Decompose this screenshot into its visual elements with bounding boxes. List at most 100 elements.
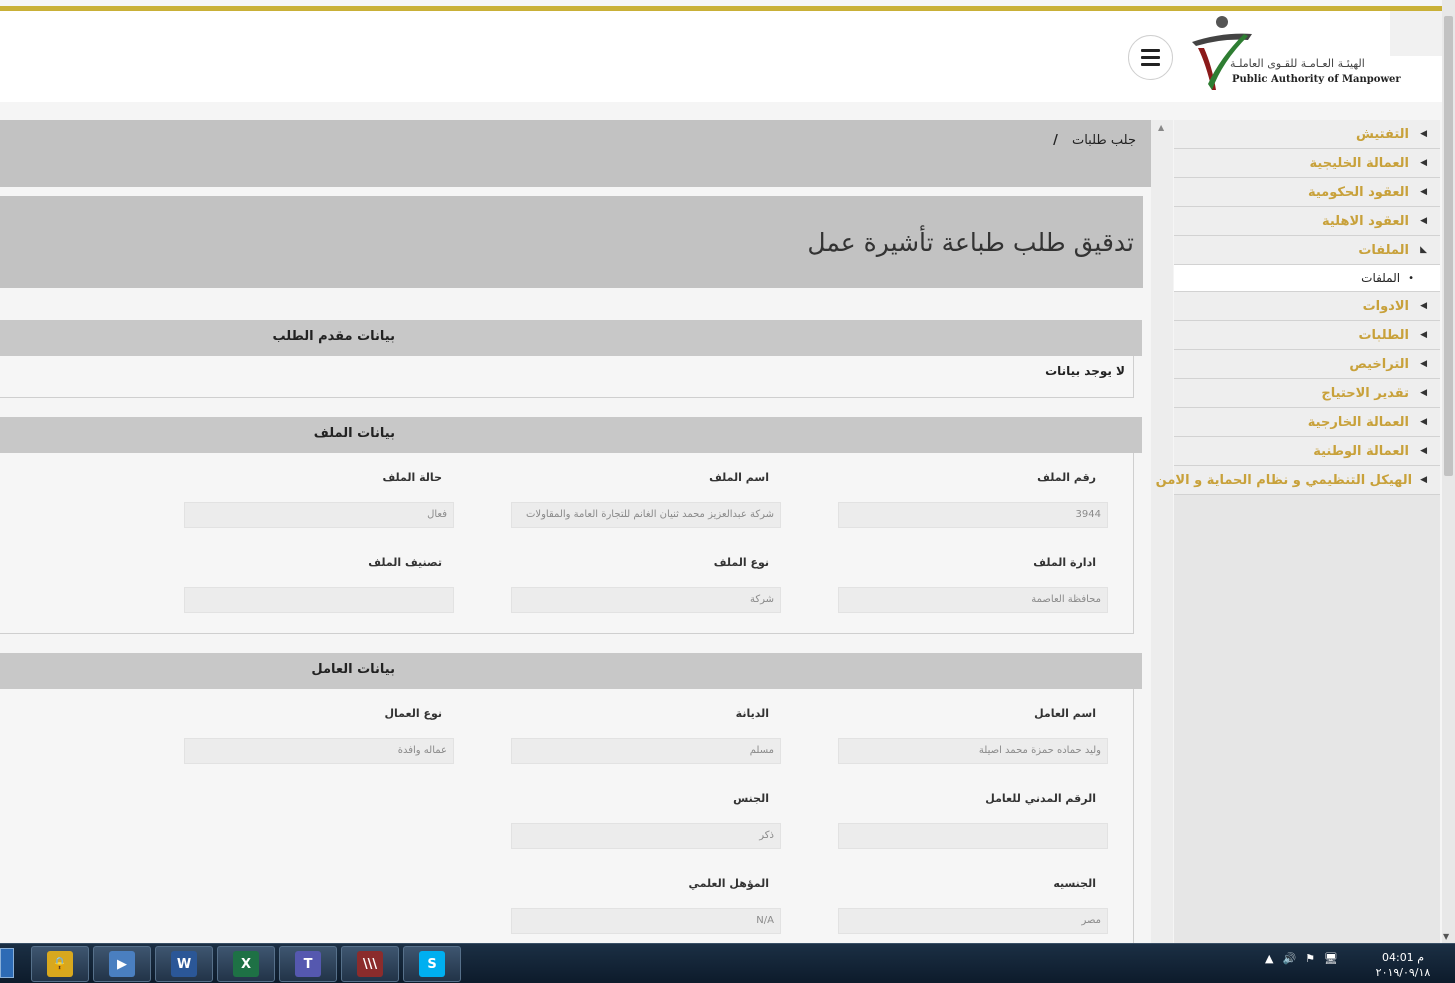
sidebar-item-11[interactable]: ◀ الهيكل التنظيمي و نظام الحماية و الامن <box>1156 466 1440 495</box>
collapsed-arrow-icon: ◀ <box>1420 359 1427 369</box>
applicant-section-body: لا يوجد بيانات <box>0 356 1134 398</box>
system-tray: ▲ 🔊 ⚑ 🖥 <box>1265 952 1338 965</box>
applicant-section: بيانات مقدم الطلب لا يوجد بيانات <box>0 320 1142 398</box>
file-section-title: بيانات الملف <box>313 426 395 441</box>
teams-app-icon: T <box>295 951 321 977</box>
file-admin-field[interactable]: محافظة العاصمة <box>838 587 1108 613</box>
flag-icon[interactable]: ⚑ <box>1305 952 1315 965</box>
sidebar-item-label: التفتيش <box>1356 126 1409 142</box>
sidebar-item-label: العقود الاهلية <box>1321 213 1409 229</box>
sidebar-subitem-label: الملفات <box>1361 271 1401 285</box>
page-title: تدقيق طلب طباعة تأشيرة عمل <box>807 228 1134 257</box>
file-number-label: رقم الملف <box>1037 471 1096 484</box>
sidebar-item-label: التراخيص <box>1349 356 1409 372</box>
collapsed-arrow-icon: ◀ <box>1420 417 1427 427</box>
sidebar-item-label: الملفات <box>1358 242 1409 258</box>
file-section-header: بيانات الملف <box>0 417 1142 453</box>
sidebar-item-5[interactable]: ◀ الادوات <box>1174 292 1440 321</box>
nationality-field[interactable]: مصر <box>838 908 1108 934</box>
window-scrollbar-thumb[interactable] <box>1444 16 1453 476</box>
window-scrollbar[interactable]: ▼ <box>1442 0 1455 943</box>
sidebar-item-6[interactable]: ◀ الطلبات <box>1174 321 1440 350</box>
breadcrumb-separator: / <box>1053 133 1058 148</box>
content-scrollbar[interactable]: ▲ <box>1151 120 1173 943</box>
sidebar-item-label: العقود الحكومية <box>1307 184 1409 200</box>
sidebar-item-10[interactable]: ◀ العمالة الوطنية <box>1174 437 1440 466</box>
file-number-field[interactable]: 3944 <box>838 502 1108 528</box>
scroll-up-icon[interactable]: ▲ <box>1158 123 1164 132</box>
sidebar-item-3[interactable]: ◀ العقود الاهلية <box>1174 207 1440 236</box>
civil-id-field[interactable] <box>838 823 1108 849</box>
clock[interactable]: 04:01 م ٢٠١٩/٠٩/١٨ <box>1368 950 1438 980</box>
gender-field[interactable]: ذكر <box>511 823 781 849</box>
sidebar-item-1[interactable]: ◀ العمالة الخليجية <box>1174 149 1440 178</box>
expanded-arrow-icon: ◣ <box>1420 245 1427 255</box>
applicant-section-header: بيانات مقدم الطلب <box>0 320 1142 356</box>
worker-section-title: بيانات العامل <box>311 662 395 677</box>
scroll-down-icon[interactable]: ▼ <box>1443 932 1449 941</box>
file-section: بيانات الملف رقم الملف 3944 اسم الملف شر… <box>0 417 1142 634</box>
sidebar-item-label: الطلبات <box>1358 327 1409 343</box>
clock-date: ٢٠١٩/٠٩/١٨ <box>1375 966 1431 979</box>
worker-section: بيانات العامل اسم العامل وليد حماده حمزة… <box>0 653 1142 943</box>
sidebar-item-label: العمالة الخارجية <box>1307 414 1409 430</box>
collapsed-arrow-icon: ◀ <box>1420 475 1427 485</box>
tray-expand-icon[interactable]: ▲ <box>1265 952 1273 965</box>
lock-app-icon: 🔒 <box>47 951 73 977</box>
file-name-field[interactable]: شركة عبدالعزيز محمد ثنيان الغانم للتجارة… <box>511 502 781 528</box>
worker-section-header: بيانات العامل <box>0 653 1142 689</box>
logo-english-text: Public Authority of Manpower <box>1232 74 1401 85</box>
collapsed-arrow-icon: ◀ <box>1420 330 1427 340</box>
civil-id-label: الرقم المدني للعامل <box>985 792 1096 805</box>
file-name-label: اسم الملف <box>709 471 769 484</box>
excel-app-button[interactable]: X <box>217 946 275 982</box>
qualification-field[interactable]: N/A <box>511 908 781 934</box>
teams-app-button[interactable]: T <box>279 946 337 982</box>
start-edge-button[interactable] <box>0 948 14 978</box>
worker-religion-field[interactable]: مسلم <box>511 738 781 764</box>
sidebar-item-7[interactable]: ◀ التراخيص <box>1174 350 1440 379</box>
nationality-label: الجنسيه <box>1053 877 1096 890</box>
file-class-field[interactable] <box>184 587 454 613</box>
labor-type-field[interactable]: عماله وافدة <box>184 738 454 764</box>
sidebar-item-2[interactable]: ◀ العقود الحكومية <box>1174 178 1440 207</box>
sidebar-subitem[interactable]: • الملفات <box>1174 265 1440 292</box>
gender-label: الجنس <box>733 792 769 805</box>
collapsed-arrow-icon: ◀ <box>1420 129 1427 139</box>
bullet-icon: • <box>1408 272 1414 284</box>
sidebar-item-8[interactable]: ◀ تقدير الاحتياج <box>1174 379 1440 408</box>
page-title-bar: تدقيق طلب طباعة تأشيرة عمل <box>0 196 1143 288</box>
clock-time: 04:01 م <box>1381 951 1424 964</box>
sidebar-item-9[interactable]: ◀ العمالة الخارجية <box>1174 408 1440 437</box>
stripes-app-button[interactable]: \\\ <box>341 946 399 982</box>
file-section-body: رقم الملف 3944 اسم الملف شركة عبدالعزيز … <box>0 453 1134 634</box>
header-corner <box>1390 11 1442 56</box>
file-status-field[interactable]: فعال <box>184 502 454 528</box>
sidebar-nav: ◀ التفتيش ◀ العمالة الخليجية ◀ العقود الحكومي… <box>1156 120 1440 943</box>
sidebar-item-4[interactable]: ◣ الملفات <box>1174 236 1440 265</box>
labor-type-label: نوع العمال <box>384 707 442 720</box>
file-type-field[interactable]: شركة <box>511 587 781 613</box>
applicant-section-title: بيانات مقدم الطلب <box>272 329 395 344</box>
volume-icon[interactable]: 🔊 <box>1282 952 1296 965</box>
hamburger-menu-button[interactable] <box>1128 35 1173 80</box>
collapsed-arrow-icon: ◀ <box>1420 158 1427 168</box>
media-app-button[interactable]: ▶ <box>93 946 151 982</box>
media-app-icon: ▶ <box>109 951 135 977</box>
qualification-label: المؤهل العلمي <box>688 877 769 890</box>
collapsed-arrow-icon: ◀ <box>1420 446 1427 456</box>
sidebar-item-label: تقدير الاحتياج <box>1321 385 1409 401</box>
skype-app-button[interactable]: S <box>403 946 461 982</box>
taskbar: 🔒 ▶ W X T \\\ S ▲ 🔊 ⚑ 🖥 04:01 م ٢٠١٩/٠٩/١٨ <box>0 943 1455 983</box>
collapsed-arrow-icon: ◀ <box>1420 187 1427 197</box>
word-app-button[interactable]: W <box>155 946 213 982</box>
sidebar-item-0[interactable]: ◀ التفتيش <box>1174 120 1440 149</box>
logo[interactable]: الهيئـة العـامـة للقـوى العاملـة Public … <box>1186 14 1401 94</box>
file-admin-label: ادارة الملف <box>1033 556 1096 569</box>
breadcrumb-current[interactable]: جلب طلبات <box>1072 133 1136 148</box>
worker-name-field[interactable]: وليد حماده حمزة محمد اصيلة <box>838 738 1108 764</box>
skype-app-icon: S <box>419 951 445 977</box>
sidebar-item-label: العمالة الوطنية <box>1313 443 1409 459</box>
lock-app-button[interactable]: 🔒 <box>31 946 89 982</box>
network-icon[interactable]: 🖥 <box>1324 952 1338 965</box>
